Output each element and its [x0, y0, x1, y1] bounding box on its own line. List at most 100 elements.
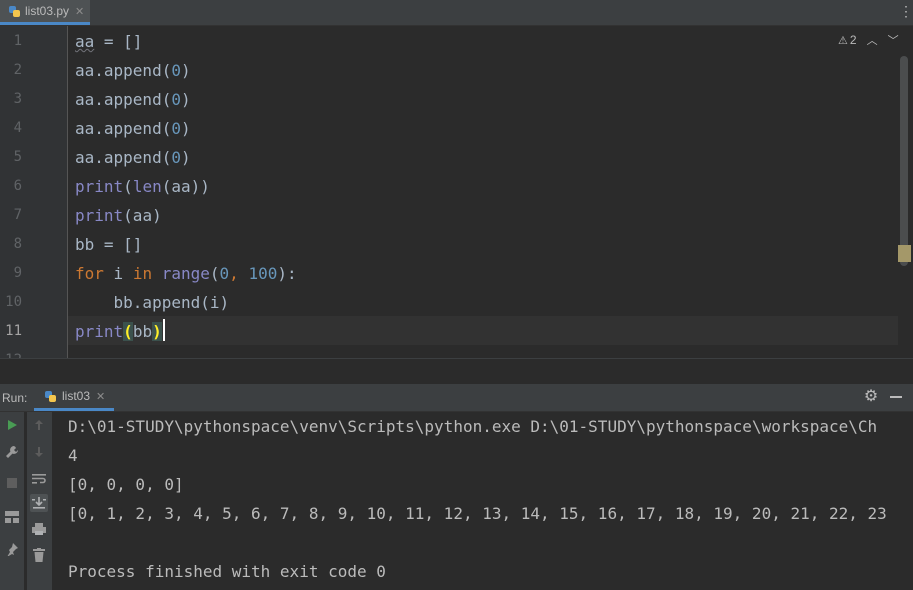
run-toolbar-primary	[0, 412, 24, 590]
code-token: )	[180, 61, 191, 80]
code-token: aa.append(	[75, 148, 172, 167]
run-label: Run:	[2, 391, 28, 405]
line-number: 12	[0, 346, 22, 358]
code-token: aa.append(	[75, 119, 172, 138]
text-caret	[163, 319, 165, 341]
code-token: print	[75, 206, 124, 225]
layout-icon[interactable]	[3, 508, 21, 526]
python-run-icon	[45, 390, 56, 402]
code-line[interactable]: print(aa)	[75, 201, 162, 230]
line-number: 6	[13, 178, 22, 194]
line-number: 7	[13, 207, 22, 223]
code-line[interactable]: aa = []	[75, 27, 142, 56]
panel-splitter[interactable]	[0, 358, 913, 385]
code-editor[interactable]: 1 2 3 4 5 6 7 8 9 10 11 12 aa = [] aa.ap…	[0, 26, 913, 358]
run-tool-header: Run: list03 ✕ ⚙	[0, 384, 913, 412]
scroll-to-end-icon[interactable]	[30, 494, 48, 512]
trash-icon[interactable]	[30, 546, 48, 564]
minimize-icon[interactable]	[890, 396, 902, 398]
matching-paren: )	[152, 322, 162, 341]
line-number: 4	[13, 120, 22, 136]
code-token: (	[123, 177, 133, 196]
tab-close-icon[interactable]: ✕	[75, 5, 84, 18]
line-number: 1	[13, 33, 22, 49]
rerun-icon[interactable]	[3, 416, 21, 434]
gutter-separator	[67, 26, 68, 358]
run-toolbar-secondary	[27, 412, 52, 590]
arrow-down-icon[interactable]	[30, 443, 48, 461]
code-token: bb = []	[75, 235, 143, 254]
warning-icon: ⚠	[838, 34, 848, 47]
current-line-highlight	[68, 316, 898, 345]
code-token: 0	[171, 119, 181, 138]
code-token: = []	[94, 32, 143, 51]
code-line[interactable]: aa.append(0)	[75, 85, 191, 114]
run-tab-label: list03	[62, 389, 91, 403]
pin-icon[interactable]	[3, 540, 21, 558]
line-number: 11	[5, 323, 22, 339]
line-number: 9	[13, 265, 22, 281]
code-token: ,	[229, 264, 249, 283]
console-output-line: [0, 0, 0, 0]	[68, 475, 184, 494]
chevron-down-icon[interactable]: ﹀	[888, 32, 899, 48]
line-number: 8	[13, 236, 22, 252]
code-token: (aa))	[161, 177, 210, 196]
code-token: (	[209, 264, 220, 283]
code-token: aa.append(	[75, 90, 172, 109]
more-options-icon[interactable]: ⋮	[899, 4, 913, 18]
code-token: in	[132, 264, 153, 283]
line-number: 5	[13, 149, 22, 165]
code-token: range	[161, 264, 210, 283]
code-token: bb.append(i)	[75, 293, 230, 312]
console-output-line: Process finished with exit code 0	[68, 562, 386, 581]
wrench-icon[interactable]	[3, 443, 21, 461]
code-token: for	[75, 264, 104, 283]
console-output-line: 4	[68, 446, 78, 465]
chevron-up-icon[interactable]: ︿	[867, 32, 878, 48]
code-line[interactable]: aa.append(0)	[75, 56, 191, 85]
run-tab-close-icon[interactable]: ✕	[96, 390, 105, 403]
code-token: aa.append(	[75, 61, 172, 80]
run-tab-list03[interactable]: list03 ✕	[34, 384, 114, 411]
gear-icon[interactable]: ⚙	[862, 388, 880, 406]
code-token: len	[132, 177, 162, 196]
code-token: print	[75, 322, 124, 341]
editor-tab-list03[interactable]: list03.py ✕	[0, 0, 90, 25]
soft-wrap-icon[interactable]	[30, 470, 48, 488]
run-console[interactable]: D:\01-STUDY\pythonspace\venv\Scripts\pyt…	[0, 412, 913, 590]
python-file-icon	[9, 5, 20, 17]
code-token: print	[75, 177, 124, 196]
warning-count: 2	[849, 33, 857, 47]
code-token: 0	[219, 264, 230, 283]
code-line[interactable]: aa.append(0)	[75, 114, 191, 143]
line-number: 3	[13, 91, 22, 107]
code-token: (aa)	[123, 206, 162, 225]
code-line[interactable]: aa.append(0)	[75, 143, 191, 172]
editor-tab-label: list03.py	[25, 4, 70, 18]
code-line[interactable]: print(bb)	[75, 317, 162, 346]
stop-icon[interactable]	[3, 474, 21, 492]
code-token: )	[180, 148, 191, 167]
line-number: 10	[5, 294, 22, 310]
code-line[interactable]: print(len(aa))	[75, 172, 210, 201]
code-token: 0	[171, 90, 181, 109]
matching-paren: (	[123, 322, 133, 341]
code-token: ):	[277, 264, 297, 283]
code-token: aa	[75, 32, 95, 51]
editor-scrollbar[interactable]	[900, 56, 908, 266]
code-token: 100	[248, 264, 278, 283]
code-token: )	[180, 90, 191, 109]
code-line[interactable]: for i in range(0, 100):	[75, 259, 297, 288]
arrow-up-icon[interactable]	[30, 416, 48, 434]
console-output-line: D:\01-STUDY\pythonspace\venv\Scripts\pyt…	[68, 417, 878, 436]
inspection-widget[interactable]: ⚠ 2 ︿ ﹀	[838, 32, 899, 48]
editor-tab-bar: list03.py ✕ ⋮	[0, 0, 913, 26]
code-line[interactable]: bb.append(i)	[75, 288, 230, 317]
print-icon[interactable]	[30, 520, 48, 538]
code-line[interactable]: bb = []	[75, 230, 142, 259]
code-token: bb	[132, 322, 153, 341]
code-token: i	[103, 264, 133, 283]
error-stripe-marker[interactable]	[898, 245, 911, 262]
line-number: 2	[13, 62, 22, 78]
